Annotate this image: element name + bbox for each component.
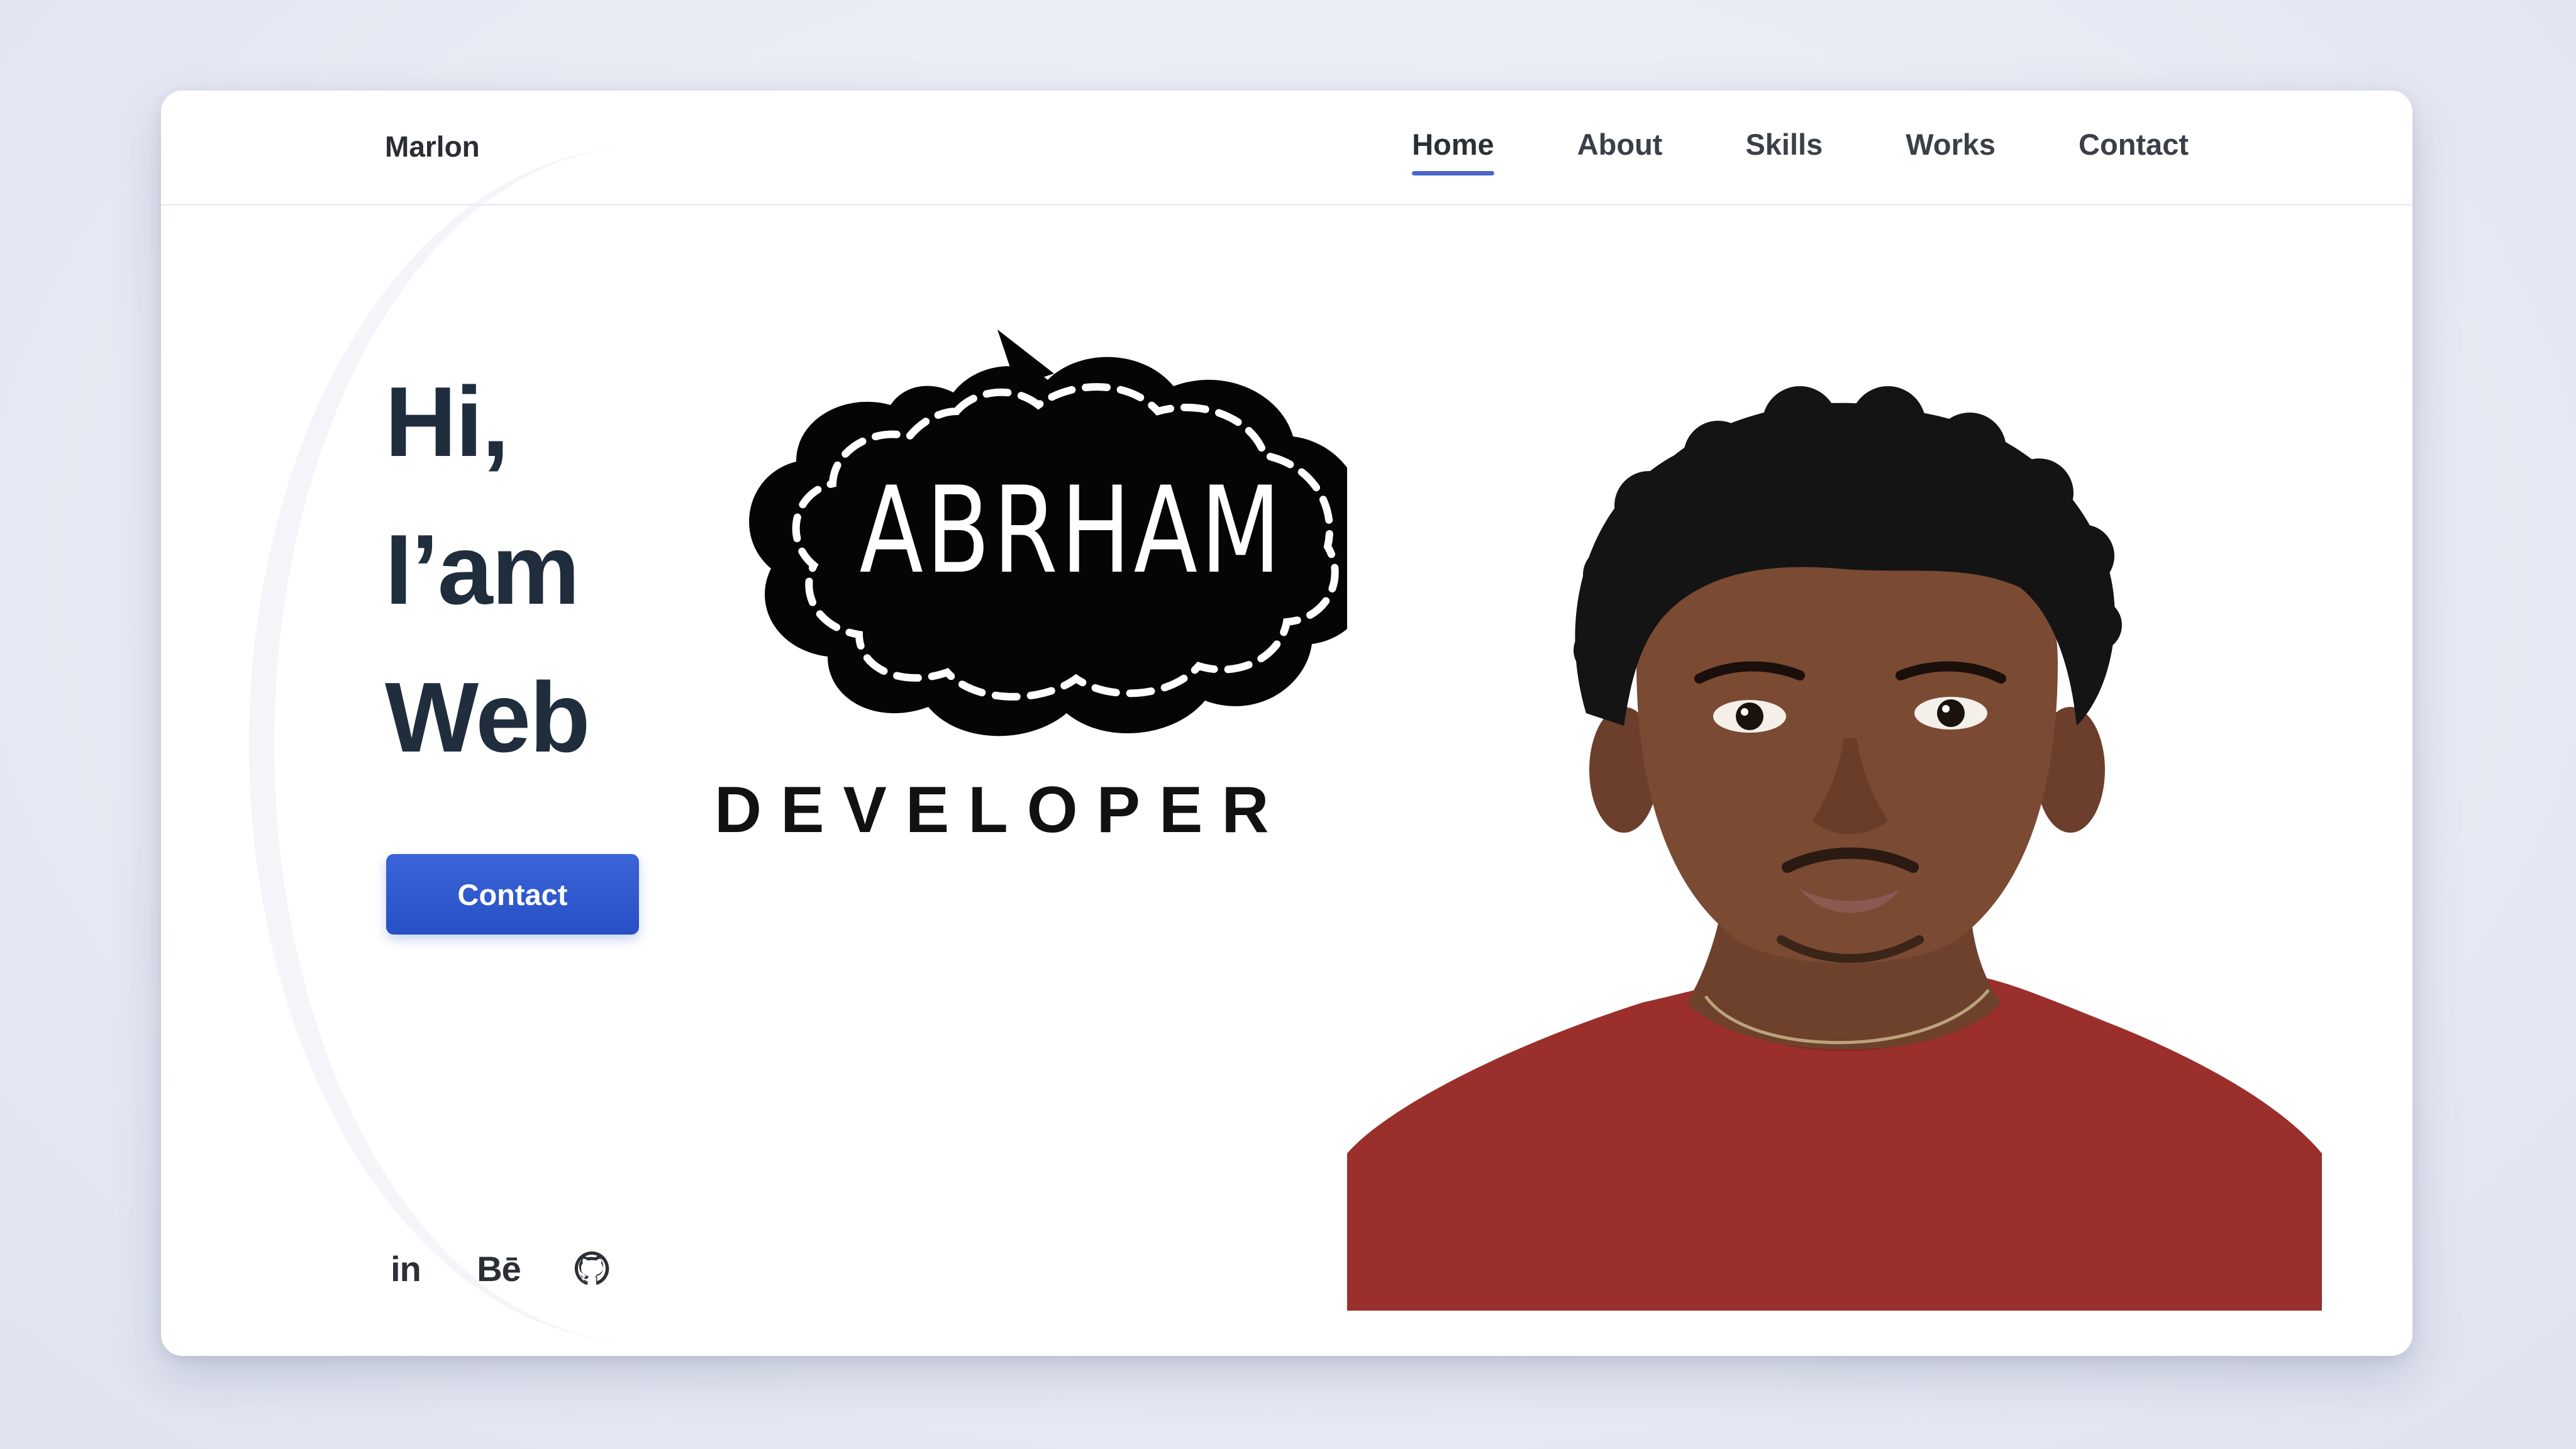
hero-line-3: Web bbox=[385, 662, 591, 773]
hero-line-1: Hi, bbox=[385, 367, 509, 477]
hero-line-2: I’am bbox=[385, 514, 580, 625]
github-icon[interactable] bbox=[571, 1248, 613, 1289]
profile-photo bbox=[1347, 336, 2322, 1311]
linkedin-label: in bbox=[391, 1248, 421, 1289]
main-nav: Home About Skills Works Contact bbox=[1329, 127, 2189, 175]
badge-subtitle: DEVELOPER bbox=[714, 774, 1288, 847]
top-navbar: Marlon Home About Skills Works Contact bbox=[161, 91, 2412, 206]
app-window: Marlon Home About Skills Works Contact H… bbox=[161, 91, 2412, 1356]
nav-skills[interactable]: Skills bbox=[1745, 127, 1823, 162]
linkedin-icon[interactable]: in bbox=[385, 1248, 426, 1289]
social-links: in Bē bbox=[385, 1248, 613, 1289]
behance-label: Bē bbox=[477, 1248, 521, 1289]
site-logo[interactable]: Marlon bbox=[385, 130, 480, 164]
nav-about[interactable]: About bbox=[1577, 127, 1663, 162]
badge-name-text: ABRHAM bbox=[860, 462, 1284, 601]
nav-works[interactable]: Works bbox=[1906, 127, 1996, 162]
hero-title: Hi, I’am Web bbox=[385, 348, 591, 792]
github-glyph bbox=[574, 1251, 609, 1285]
nav-contact[interactable]: Contact bbox=[2079, 127, 2189, 162]
behance-icon[interactable]: Bē bbox=[477, 1248, 521, 1289]
nav-home[interactable]: Home bbox=[1412, 127, 1494, 175]
contact-button[interactable]: Contact bbox=[386, 854, 639, 935]
name-cloud-badge: ABRHAM bbox=[749, 330, 1372, 736]
